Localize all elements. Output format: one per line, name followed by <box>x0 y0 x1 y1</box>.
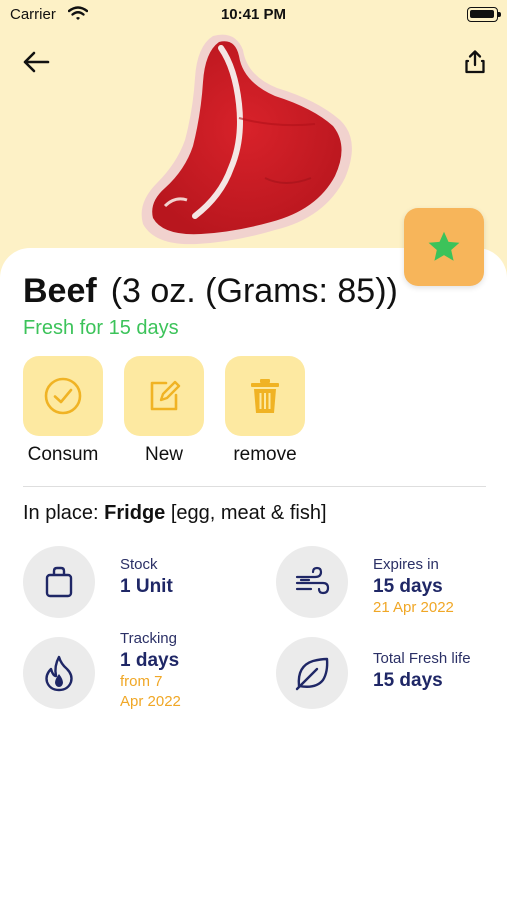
leaf-icon <box>295 657 329 691</box>
new-action[interactable]: New <box>114 356 214 466</box>
share-icon <box>465 50 485 74</box>
expires-icon-circle <box>276 546 348 618</box>
storage-place: In place: Fridge [egg, meat & fish] <box>23 502 327 525</box>
battery-icon <box>467 7 501 22</box>
clock: 10:41 PM <box>220 6 287 23</box>
product-image <box>135 28 365 253</box>
product-name: Beef <box>23 272 97 310</box>
edit-icon <box>150 380 181 411</box>
tracking-text: Tracking 1 days from 7 Apr 2022 <box>120 630 181 712</box>
remove-button[interactable] <box>225 356 305 436</box>
stock-value: 1 Unit <box>120 576 173 597</box>
expires-value: 15 days <box>373 576 443 597</box>
bag-icon <box>45 566 73 598</box>
wind-icon <box>295 566 330 595</box>
remove-label: remove <box>233 444 297 465</box>
place-name: Fridge <box>104 502 166 524</box>
tracking-value: 1 days <box>120 650 180 671</box>
consume-button[interactable] <box>23 356 103 436</box>
tracking-icon-circle <box>23 637 95 709</box>
back-button[interactable] <box>18 44 54 80</box>
remove-action[interactable]: remove <box>215 356 315 466</box>
trash-icon <box>251 379 279 413</box>
consume-action[interactable]: Consum <box>13 356 113 466</box>
consume-label: Consum <box>27 444 99 465</box>
fresh-life-value: 15 days <box>373 670 443 691</box>
product-title: Beef (3 oz. (Grams: 85)) <box>23 272 398 311</box>
tracking-since-1: from 7 <box>120 673 163 690</box>
stock-icon-circle <box>23 546 95 618</box>
tracking-label: Tracking <box>120 630 177 647</box>
expires-text: Expires in 15 days 21 Apr 2022 <box>373 546 454 618</box>
flame-icon <box>45 655 73 692</box>
stock-label: Stock <box>120 556 158 573</box>
product-portion: (3 oz. (Grams: 85)) <box>110 272 398 310</box>
arrow-left-icon <box>23 51 50 73</box>
status-bar: Carrier 10:41 PM <box>0 0 507 30</box>
place-prefix: In place: <box>23 502 99 524</box>
fresh-life-text: Total Fresh life 15 days <box>373 637 471 692</box>
star-icon <box>428 231 460 261</box>
expires-label: Expires in <box>373 556 439 573</box>
new-button[interactable] <box>124 356 204 436</box>
favorite-button[interactable] <box>404 208 484 286</box>
tracking-since-2: Apr 2022 <box>120 693 181 710</box>
check-circle-icon <box>44 377 82 415</box>
expires-date: 21 Apr 2022 <box>373 599 454 616</box>
place-detail: [egg, meat & fish] <box>170 502 327 524</box>
fresh-life-label: Total Fresh life <box>373 650 471 667</box>
fresh-duration: Fresh for 15 days <box>23 317 179 339</box>
share-button[interactable] <box>457 44 493 80</box>
divider <box>23 486 486 487</box>
fresh-life-icon-circle <box>276 637 348 709</box>
new-label: New <box>144 444 183 465</box>
stock-text: Stock 1 Unit <box>120 546 173 598</box>
